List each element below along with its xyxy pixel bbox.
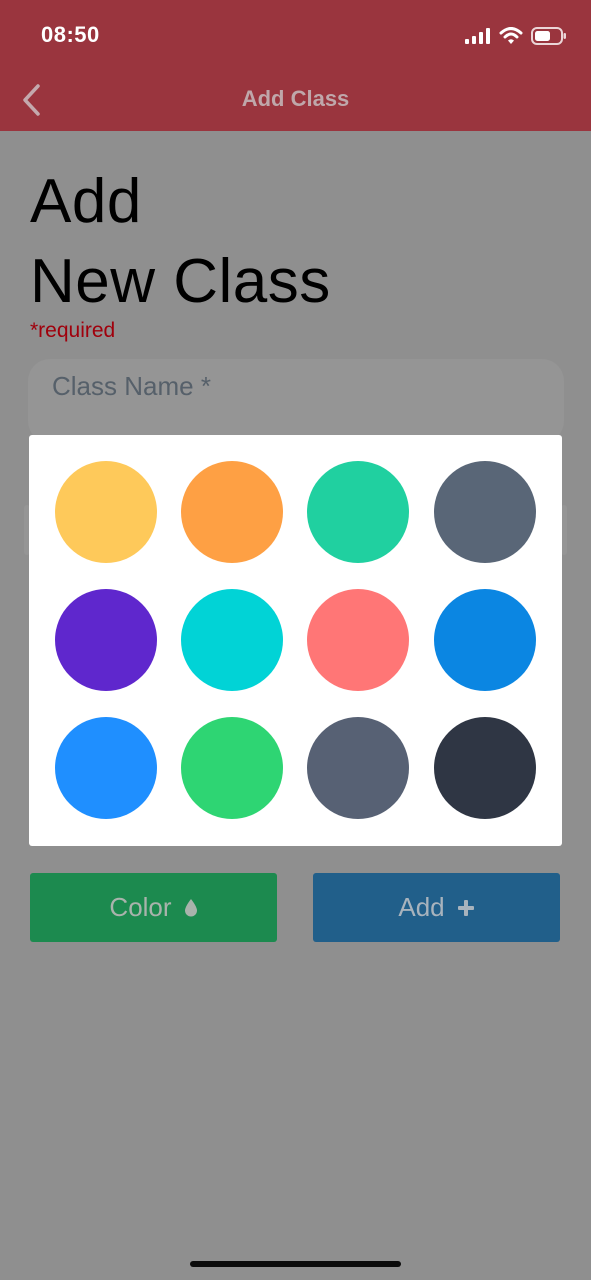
class-name-input[interactable]	[28, 359, 564, 443]
page-title: Add New Class	[30, 162, 331, 322]
color-swatch[interactable]	[181, 589, 283, 691]
wifi-icon	[499, 27, 523, 44]
color-swatch[interactable]	[307, 589, 409, 691]
color-swatch[interactable]	[307, 461, 409, 563]
color-swatch[interactable]	[434, 589, 536, 691]
color-swatch[interactable]	[55, 717, 157, 819]
page-title-line-1: Add	[30, 167, 142, 236]
status-time: 08:50	[41, 22, 100, 47]
page-title-line-2: New Class	[30, 247, 331, 316]
home-indicator[interactable]	[190, 1261, 401, 1267]
color-swatch[interactable]	[434, 461, 536, 563]
required-note: *required	[30, 319, 116, 342]
color-swatch[interactable]	[55, 589, 157, 691]
status-icons	[457, 24, 567, 48]
color-button-label: Color	[109, 892, 172, 922]
color-swatch[interactable]	[55, 461, 157, 563]
color-swatch[interactable]	[181, 717, 283, 819]
battery-icon	[531, 27, 566, 45]
add-button-label: Add	[398, 892, 445, 922]
app-header: 08:50 Add Class	[0, 0, 591, 131]
nav-title: Add Class	[241, 86, 350, 111]
color-button[interactable]: Color	[30, 873, 277, 942]
plus-icon	[457, 899, 475, 917]
droplet-icon	[184, 898, 198, 917]
color-swatch[interactable]	[307, 717, 409, 819]
add-button[interactable]: Add	[313, 873, 560, 942]
color-picker-popup	[29, 435, 562, 846]
signal-icon	[465, 28, 490, 44]
color-swatch[interactable]	[434, 717, 536, 819]
color-swatch[interactable]	[181, 461, 283, 563]
